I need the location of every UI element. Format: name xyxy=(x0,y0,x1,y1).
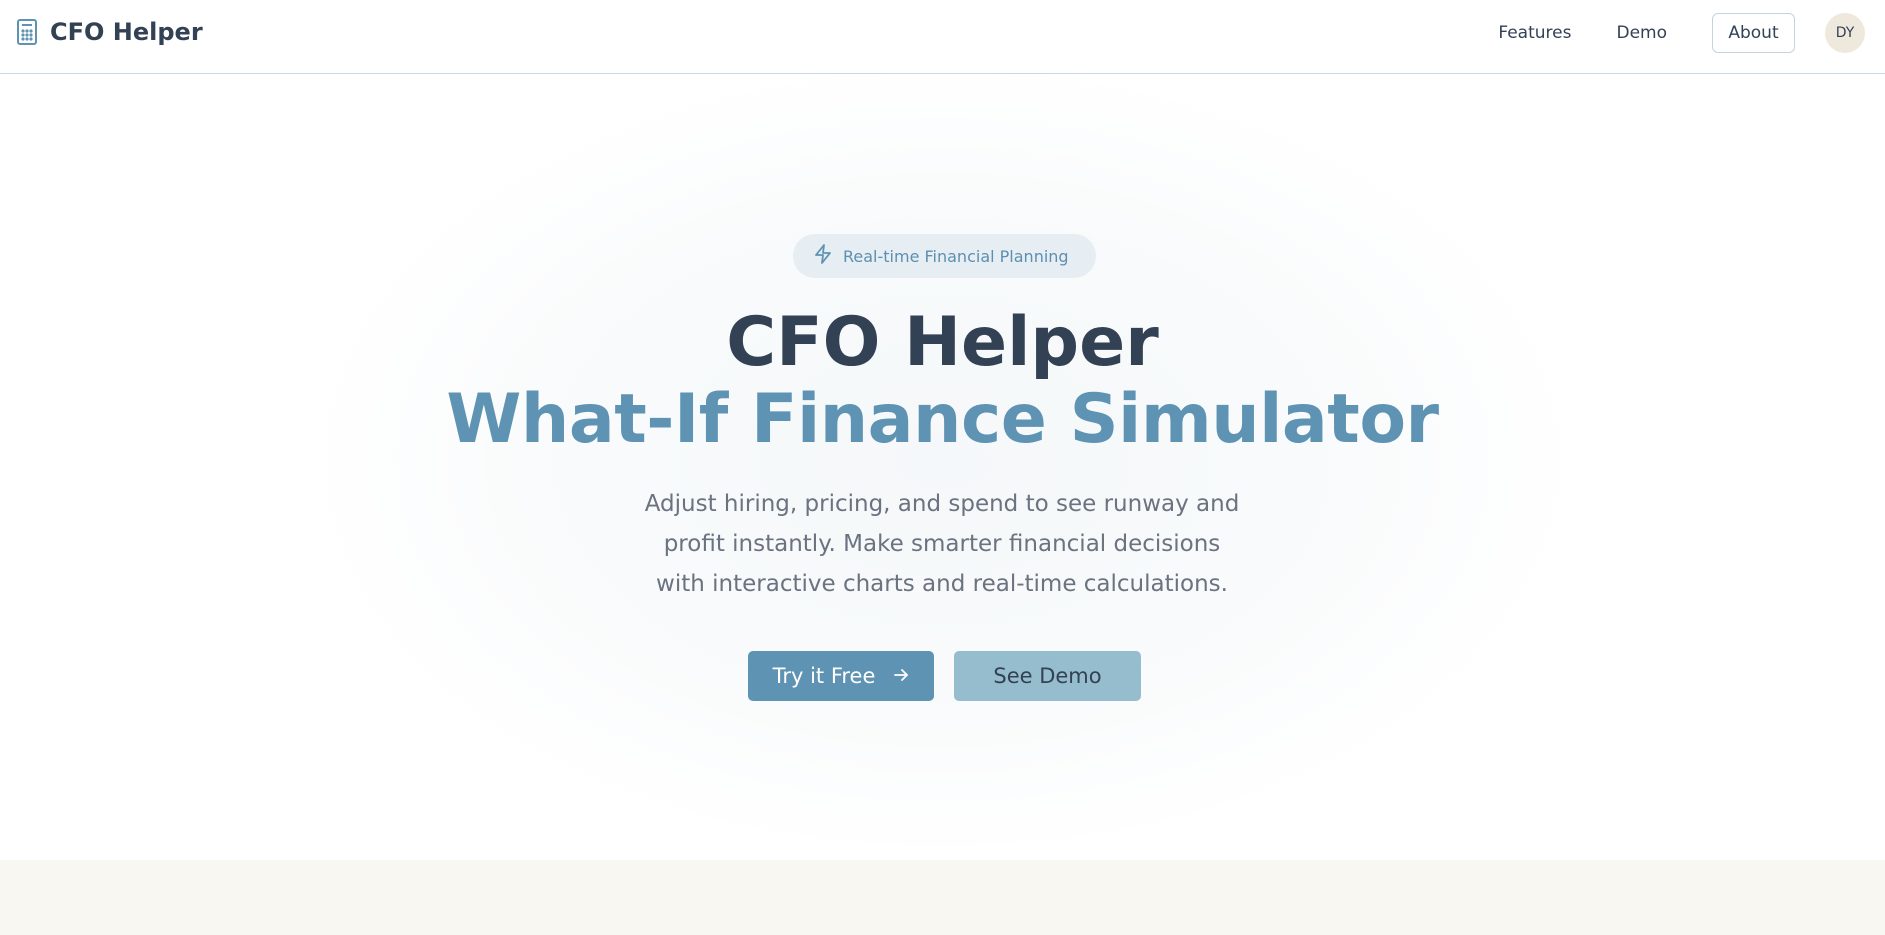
hero-title: CFO Helper xyxy=(726,303,1159,382)
brand[interactable]: CFO Helper xyxy=(16,18,203,46)
nav-link-about[interactable]: About xyxy=(1712,13,1795,53)
hero-title-accent: What-If Finance Simulator xyxy=(446,380,1439,459)
lightning-icon xyxy=(813,243,833,269)
nav-link-demo[interactable]: Demo xyxy=(1616,23,1667,43)
hero-subtitle: Adjust hiring, pricing, and spend to see… xyxy=(622,484,1262,604)
calculator-icon xyxy=(16,18,38,46)
arrow-right-icon xyxy=(893,664,909,688)
hero-subtitle-line: Adjust hiring, pricing, and spend to see… xyxy=(644,491,1240,517)
hero-subtitle-line: profit instantly. Make smarter financial… xyxy=(663,531,1221,557)
avatar[interactable]: DY xyxy=(1825,13,1865,53)
nav-link-features[interactable]: Features xyxy=(1498,23,1571,43)
try-free-button[interactable]: Try it Free xyxy=(748,651,934,701)
hero-section: Real-time Financial Planning CFO Helper … xyxy=(0,75,1885,860)
nav-links: Features Demo About DY xyxy=(1498,13,1865,53)
try-free-button-label: Try it Free xyxy=(772,664,876,688)
hero-badge: Real-time Financial Planning xyxy=(793,234,1096,278)
top-navbar: CFO Helper Features Demo About DY xyxy=(0,0,1885,74)
hero-subtitle-line: with interactive charts and real-time ca… xyxy=(656,571,1228,597)
see-demo-button[interactable]: See Demo xyxy=(954,651,1141,701)
hero-badge-text: Real-time Financial Planning xyxy=(843,246,1069,266)
brand-name: CFO Helper xyxy=(50,18,203,46)
next-section xyxy=(0,860,1885,935)
